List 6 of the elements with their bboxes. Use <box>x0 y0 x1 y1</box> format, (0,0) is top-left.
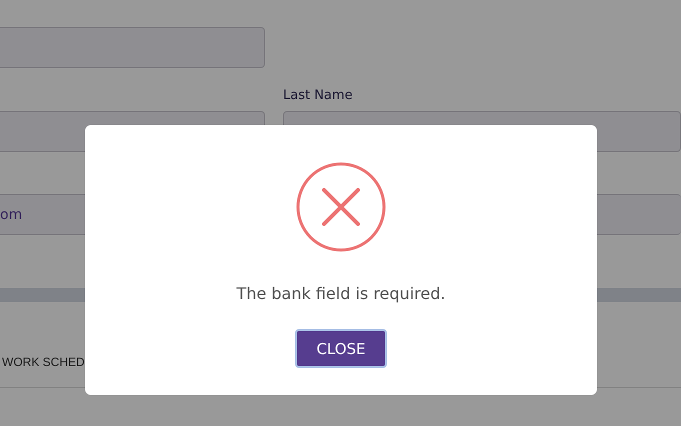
close-button[interactable]: CLOSE <box>295 329 387 368</box>
error-message: The bank field is required. <box>236 284 446 303</box>
field-label: Last Name <box>283 88 353 103</box>
text-field[interactable] <box>0 27 265 68</box>
error-icon <box>296 162 386 252</box>
section-heading: WORK SCHED <box>2 355 85 369</box>
